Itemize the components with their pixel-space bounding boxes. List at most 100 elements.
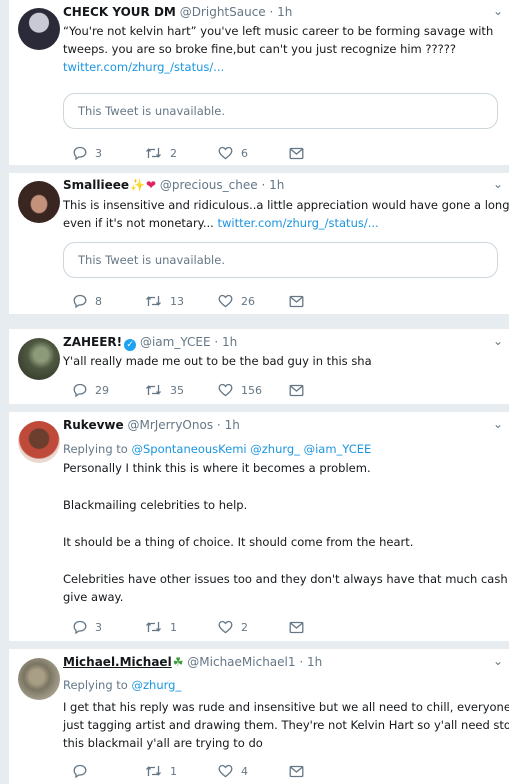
retweet-button[interactable]: 2 — [145, 144, 177, 162]
user-handle[interactable]: @precious_chee — [160, 178, 258, 192]
like-button[interactable]: 26 — [218, 292, 255, 310]
display-name[interactable]: Rukevwe — [63, 418, 124, 432]
tweet-card[interactable]: CHECK YOUR DM @DrightSauce · 1h ⌄ “You'r… — [9, 0, 509, 165]
dm-button[interactable] — [289, 381, 304, 399]
text-line: just tagging artist and drawing them. Th… — [63, 718, 509, 732]
like-count: 2 — [241, 620, 248, 634]
chevron-down-icon[interactable]: ⌄ — [491, 654, 505, 668]
tweet-header: ZAHEER! ✓ @iam_YCEE · 1h — [63, 334, 237, 351]
text-line: “You're not kelvin hart” you've left mus… — [63, 24, 494, 38]
dm-button[interactable] — [289, 144, 304, 162]
retweet-button[interactable]: 1 — [145, 618, 177, 636]
tweet-card[interactable]: Rukevwe @MrJerryOnos · 1h ⌄ Replying to … — [9, 412, 509, 641]
retweet-count: 1 — [170, 764, 177, 778]
tweet-text: This is insensitive and ridiculous..a li… — [63, 196, 509, 232]
reply-icon — [73, 294, 87, 308]
reply-button[interactable]: 29 — [73, 381, 109, 399]
reply-button[interactable]: 8 — [73, 292, 102, 310]
text-line: I get that his reply was rude and insens… — [63, 700, 509, 714]
replying-to: Replying to @SpontaneousKemi @zhurg_ @ia… — [63, 440, 501, 458]
tweet-link[interactable]: twitter.com/zhurg_/status/... — [63, 58, 501, 76]
action-bar: 1 4 — [63, 762, 509, 780]
like-count: 26 — [241, 294, 255, 308]
retweet-icon — [146, 385, 161, 395]
chevron-down-icon[interactable]: ⌄ — [491, 334, 505, 348]
dm-icon — [289, 765, 304, 777]
replying-to-handles[interactable]: @SpontaneousKemi @zhurg_ @iam_YCEE — [132, 442, 372, 456]
tweet-card[interactable]: Smallieee✨❤ @precious_chee · 1h ⌄ This i… — [9, 173, 509, 314]
dm-button[interactable] — [289, 292, 304, 310]
timestamp[interactable]: 1h — [277, 5, 292, 19]
timestamp[interactable]: 1h — [269, 178, 284, 192]
timestamp[interactable]: 1h — [222, 335, 237, 349]
chevron-down-icon[interactable]: ⌄ — [491, 4, 505, 18]
reply-button[interactable]: 3 — [73, 144, 102, 162]
user-handle[interactable]: @MrJerryOnos — [127, 418, 213, 432]
like-icon — [218, 383, 233, 397]
tweet-header: CHECK YOUR DM @DrightSauce · 1h — [63, 4, 292, 21]
retweet-button[interactable]: 35 — [145, 381, 184, 399]
dm-button[interactable] — [289, 618, 304, 636]
user-handle[interactable]: @DrightSauce — [180, 5, 266, 19]
like-icon — [218, 764, 233, 778]
timestamp[interactable]: 1h — [225, 418, 240, 432]
tweet-card[interactable]: Michael.Michael☘ @MichaeMichael1 · 1h ⌄ … — [9, 649, 509, 784]
avatar[interactable] — [18, 338, 60, 380]
chevron-down-icon[interactable]: ⌄ — [491, 177, 505, 191]
action-bar: 3 1 2 — [63, 618, 509, 636]
text-line: Y'all really made me out to be the bad g… — [63, 354, 372, 368]
timestamp[interactable]: 1h — [307, 655, 322, 669]
avatar[interactable] — [18, 8, 60, 50]
dm-icon — [289, 621, 304, 633]
reply-count: 3 — [95, 146, 102, 160]
tweet-header: Michael.Michael☘ @MichaeMichael1 · 1h — [63, 654, 322, 671]
chevron-down-icon[interactable]: ⌄ — [491, 417, 505, 431]
replying-to-handles[interactable]: @zhurg_ — [132, 678, 182, 692]
like-button[interactable]: 2 — [218, 618, 248, 636]
like-button[interactable]: 6 — [218, 144, 248, 162]
reply-count: 8 — [95, 294, 102, 308]
retweet-button[interactable]: 1 — [145, 762, 177, 780]
retweet-count: 1 — [170, 620, 177, 634]
paragraph: give away. — [63, 590, 124, 604]
avatar[interactable] — [18, 181, 60, 223]
display-name[interactable]: ZAHEER! — [63, 335, 122, 349]
dm-button[interactable] — [289, 762, 304, 780]
like-count: 156 — [241, 383, 262, 397]
separator-dot: · — [261, 178, 266, 192]
tweet-header: Rukevwe @MrJerryOnos · 1h — [63, 417, 240, 434]
reply-button[interactable] — [73, 762, 95, 780]
user-handle[interactable]: @iam_YCEE — [140, 335, 211, 349]
like-button[interactable]: 4 — [218, 762, 248, 780]
tweet-text: “You're not kelvin hart” you've left mus… — [63, 22, 501, 76]
action-bar: 8 13 26 — [63, 292, 509, 310]
sparkles-emoji: ✨ — [130, 178, 145, 192]
display-name[interactable]: Smallieee — [63, 178, 129, 192]
tweet-text: Y'all really made me out to be the bad g… — [63, 352, 501, 370]
verified-badge-icon: ✓ — [124, 339, 137, 351]
reply-button[interactable]: 3 — [73, 618, 102, 636]
paragraph: Celebrities have other issues too and th… — [63, 572, 509, 586]
avatar[interactable] — [18, 421, 60, 463]
paragraph: Personally I think this is where it beco… — [63, 461, 371, 475]
like-icon — [218, 294, 233, 308]
avatar[interactable] — [18, 658, 60, 700]
action-bar: 29 35 156 — [63, 381, 509, 399]
user-handle[interactable]: @MichaeMichael1 — [187, 655, 295, 669]
paragraph: It should be a thing of choice. It shoul… — [63, 535, 414, 549]
quoted-tweet-unavailable[interactable]: This Tweet is unavailable. — [63, 242, 498, 278]
dm-icon — [289, 384, 304, 396]
shamrock-emoji: ☘ — [172, 655, 184, 669]
tweet-link[interactable]: twitter.com/zhurg_/status/... — [217, 216, 378, 230]
like-button[interactable]: 156 — [218, 381, 262, 399]
reply-count: 29 — [95, 383, 109, 397]
display-name[interactable]: CHECK YOUR DM — [63, 5, 176, 19]
separator-dot: · — [269, 5, 274, 19]
paragraph: Blackmailing celebrities to help. — [63, 498, 248, 512]
display-name[interactable]: Michael.Michael — [63, 655, 172, 669]
tweet-text: Replying to @SpontaneousKemi @zhurg_ @ia… — [63, 440, 509, 606]
replying-to: Replying to @zhurg_ — [63, 676, 501, 694]
tweet-card[interactable]: ZAHEER! ✓ @iam_YCEE · 1h ⌄ Y'all really m… — [9, 329, 509, 404]
retweet-button[interactable]: 13 — [145, 292, 184, 310]
quoted-tweet-unavailable[interactable]: This Tweet is unavailable. — [63, 93, 498, 129]
